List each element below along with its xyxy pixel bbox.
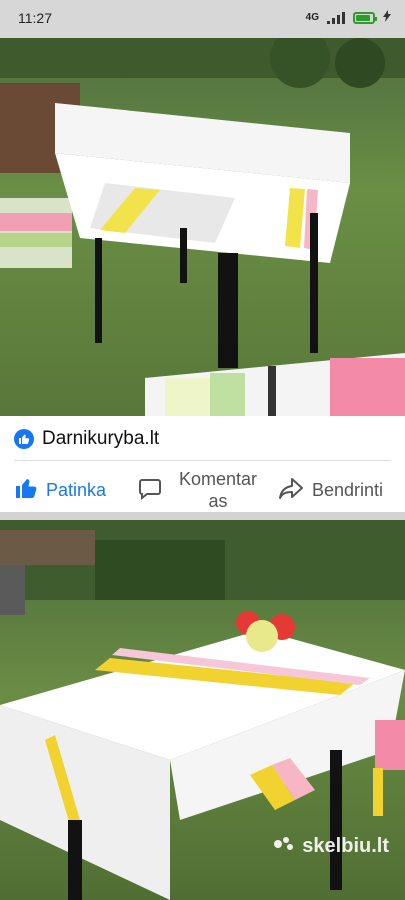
like-label: Patinka	[46, 479, 107, 500]
status-time: 11:27	[18, 10, 52, 26]
status-icons: 4G	[306, 10, 391, 25]
signal-icon	[327, 11, 345, 24]
battery-icon	[353, 11, 377, 24]
thumbs-up-icon	[14, 429, 34, 449]
photo-scene-top	[0, 38, 405, 416]
battery-fill	[356, 14, 371, 21]
page-name[interactable]: Darnikuryba.lt	[42, 428, 159, 450]
share-button[interactable]: Bendrinti	[278, 476, 383, 505]
product-photo-top[interactable]	[0, 38, 405, 416]
like-icon	[14, 476, 38, 505]
comment-label: Komentar as	[178, 469, 258, 511]
post-separator	[0, 512, 405, 520]
watermark-text: skelbiu.lt	[302, 835, 389, 857]
like-button[interactable]: Patinka	[14, 476, 106, 505]
status-bar: 11:27 4G	[0, 0, 405, 38]
comment-icon	[138, 476, 162, 505]
comment-button[interactable]: Komentar as	[138, 468, 266, 512]
network-type: 4G	[305, 11, 319, 23]
product-photo-bottom[interactable]: skelbiu.lt	[0, 520, 405, 900]
share-label: Bendrinti	[312, 479, 384, 500]
page-row[interactable]: Darnikuryba.lt	[14, 428, 159, 450]
divider	[14, 460, 391, 461]
watermark: skelbiu.lt	[272, 835, 389, 858]
share-icon	[278, 476, 304, 505]
charging-icon	[383, 10, 391, 25]
watermark-logo-icon	[272, 835, 296, 858]
post-actions: Patinka Komentar as Bendrinti	[0, 462, 405, 518]
post-card: Darnikuryba.lt Patinka Komentar as Bendr…	[0, 416, 405, 520]
